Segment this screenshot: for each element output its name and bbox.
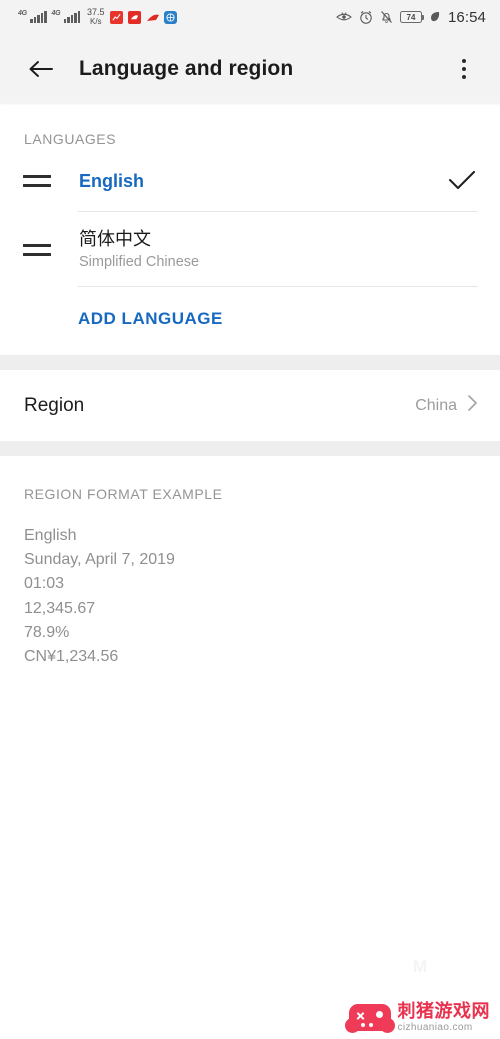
region-row[interactable]: Region China (0, 370, 500, 441)
chart-glyph (111, 13, 121, 21)
region-format-card: REGION FORMAT EXAMPLE English Sunday, Ap… (0, 456, 500, 670)
app-notification-blue-icon (163, 10, 177, 24)
status-bar-left: 4G 4G 37.5 K/s (18, 8, 177, 26)
language-list-item-english[interactable]: English (0, 147, 500, 211)
format-line-date: Sunday, April 7, 2019 (24, 551, 175, 569)
faint-watermark-mark: M (412, 957, 428, 976)
status-bar-right: 74 16:54 (336, 9, 486, 26)
arrow-glyph (146, 14, 159, 21)
region-label: Region (24, 394, 85, 416)
network-speed-value: 37.5 (87, 7, 105, 17)
signal-4g-icon-1: 4G (18, 10, 47, 23)
languages-card: LANGUAGES English 简体中文 Simplified Chines… (0, 103, 500, 355)
format-line-number: 12,345.67 (24, 599, 96, 617)
region-value-group: China (415, 394, 478, 417)
signal-4g-icon-2: 4G (51, 10, 80, 23)
phone-screen: 4G 4G 37.5 K/s 74 16:54 Language and reg… (0, 0, 500, 1039)
language-name: English (79, 171, 145, 191)
shape-glyph (130, 14, 138, 19)
language-list-item-chinese[interactable]: 简体中文 Simplified Chinese (0, 212, 500, 286)
page-title: Language and region (79, 56, 294, 80)
drag-handle-icon[interactable] (23, 243, 57, 256)
arrow-left-icon[interactable] (24, 52, 58, 86)
network-speed-unit: K/s (89, 17, 102, 26)
network-speed: 37.5 K/s (87, 7, 105, 27)
clock: 16:54 (447, 8, 486, 26)
language-item-text: 简体中文 Simplified Chinese (79, 227, 446, 272)
add-language-button[interactable]: ADD LANGUAGE (0, 287, 500, 355)
region-format-header: REGION FORMAT EXAMPLE (24, 486, 223, 502)
watermark-text: 刺猪游戏网 cizhuaniao.com (397, 1000, 491, 1033)
language-item-text: English (79, 169, 446, 193)
drag-handle-icon[interactable] (23, 175, 57, 187)
app-notification-red-chart-icon (109, 10, 123, 24)
app-notification-arrow-icon (146, 11, 159, 24)
leaf-power-saving-icon (429, 11, 441, 24)
language-name: 简体中文 (79, 229, 151, 249)
languages-section-header: LANGUAGES (24, 131, 117, 147)
format-line-currency: CN¥1,234.56 (24, 648, 119, 666)
battery-level: 74 (406, 12, 416, 22)
app-notification-red-icon (127, 10, 141, 24)
eye-comfort-icon (336, 11, 352, 23)
battery-icon: 74 (399, 11, 425, 23)
app-bar: Language and region (0, 34, 500, 103)
format-line-percent: 78.9% (24, 623, 70, 641)
region-card: Region China (0, 370, 500, 441)
chevron-right-icon (467, 394, 478, 417)
section-gap-2 (0, 441, 500, 456)
site-watermark: 刺猪游戏网 cizhuaniao.com (344, 1000, 491, 1033)
signal-4g-label-2: 4G (51, 10, 61, 17)
watermark-site-url: cizhuaniao.com (397, 1021, 473, 1033)
region-format-list: English Sunday, April 7, 2019 01:03 12,3… (0, 502, 500, 669)
mute-bell-icon (380, 10, 393, 24)
check-icon (446, 171, 476, 191)
watermark-site-name: 刺猪游戏网 (397, 1000, 490, 1021)
language-subtitle: Simplified Chinese (79, 254, 200, 270)
globe-glyph (165, 12, 175, 22)
section-gap-1 (0, 355, 500, 370)
alarm-icon (359, 10, 373, 24)
gamepad-icon (344, 1003, 395, 1033)
more-vertical-icon[interactable] (448, 51, 480, 87)
region-value: China (415, 396, 457, 414)
signal-4g-label-1: 4G (18, 10, 27, 17)
status-bar: 4G 4G 37.5 K/s 74 16:54 (0, 0, 500, 34)
format-line-time: 01:03 (24, 575, 65, 593)
format-line-language: English (24, 527, 77, 544)
